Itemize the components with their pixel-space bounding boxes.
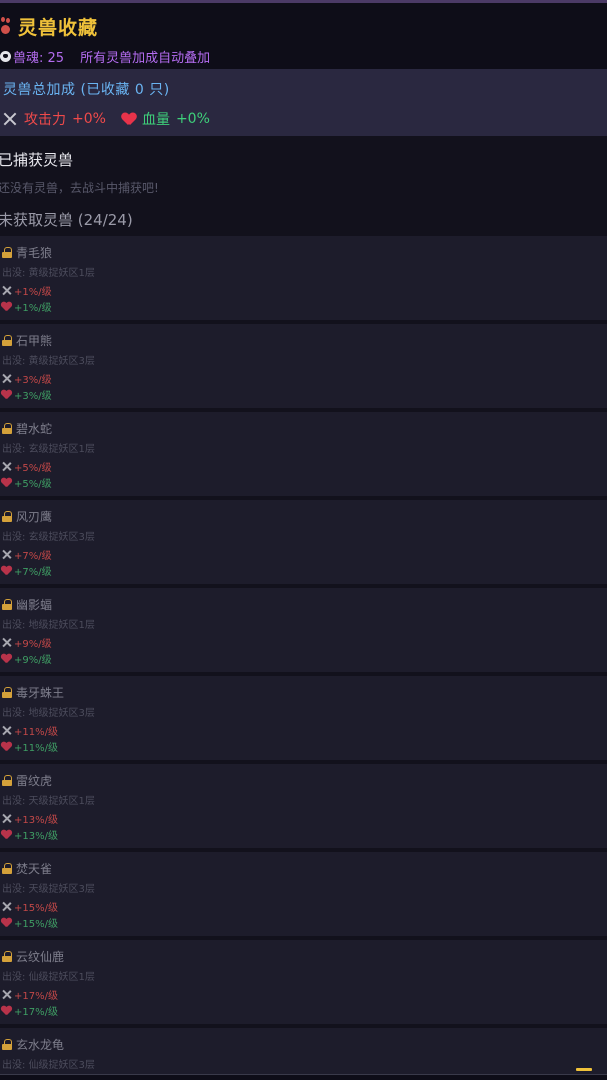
beast-name: 青毛狼 xyxy=(16,246,53,260)
beast-name: 雷纹虎 xyxy=(16,774,53,788)
page-title-row: 灵兽收藏 xyxy=(0,12,98,40)
bottom-bar xyxy=(0,1074,607,1080)
beast-hp-bonus: +7%/级 xyxy=(14,567,52,578)
lock-icon xyxy=(2,863,12,874)
lock-icon xyxy=(2,1039,12,1050)
heart-icon xyxy=(1,830,11,839)
beast-location: 出没: 玄级捉妖区1层 xyxy=(2,444,95,455)
heart-icon xyxy=(1,390,11,399)
beast-card[interactable]: 幽影蝠 出没: 地级捉妖区1层 +9%/级 +9%/级 xyxy=(0,588,607,672)
header: 灵兽收藏 兽魂: 25 所有灵兽加成自动叠加 xyxy=(0,3,607,69)
heart-icon xyxy=(1,1006,11,1015)
total-bonus-panel: 灵兽总加成 (已收藏 0 只) 攻击力 +0% 血量 +0% xyxy=(0,69,607,136)
beast-name: 玄水龙龟 xyxy=(16,1038,65,1052)
lock-icon xyxy=(2,423,12,434)
caught-section-title: 已捕获灵兽 xyxy=(0,151,74,169)
beast-attack-bonus: +17%/级 xyxy=(14,991,58,1002)
sword-icon xyxy=(1,813,12,824)
sword-icon xyxy=(1,549,12,560)
beast-card[interactable]: 云纹仙鹿 出没: 仙级捉妖区1层 +17%/级 +17%/级 xyxy=(0,940,607,1024)
beast-hp-bonus: +3%/级 xyxy=(14,391,52,402)
lock-icon xyxy=(2,599,12,610)
beast-hp-bonus: +5%/级 xyxy=(14,479,52,490)
beast-hp-bonus: +1%/级 xyxy=(14,303,52,314)
lock-icon xyxy=(2,335,12,346)
uncaught-section-title: 未获取灵兽 (24/24) xyxy=(0,211,133,229)
beast-name: 云纹仙鹿 xyxy=(16,950,65,964)
beast-attack-bonus: +1%/级 xyxy=(14,287,52,298)
beast-name: 风刃鹰 xyxy=(16,510,53,524)
heart-icon xyxy=(1,654,11,663)
beast-location: 出没: 仙级捉妖区3层 xyxy=(2,1060,95,1071)
sword-icon xyxy=(1,373,12,384)
beast-hp-bonus: +11%/级 xyxy=(14,743,58,754)
beast-card[interactable]: 雷纹虎 出没: 天级捉妖区1层 +13%/级 +13%/级 xyxy=(0,764,607,848)
beast-location: 出没: 地级捉妖区3层 xyxy=(2,708,95,719)
beast-card[interactable]: 碧水蛇 出没: 玄级捉妖区1层 +5%/级 +5%/级 xyxy=(0,412,607,496)
beast-hp-bonus: +9%/级 xyxy=(14,655,52,666)
beast-attack-bonus: +9%/级 xyxy=(14,639,52,650)
sword-icon xyxy=(1,285,12,296)
beast-hp-bonus: +15%/级 xyxy=(14,919,58,930)
beast-card[interactable]: 风刃鹰 出没: 玄级捉妖区3层 +7%/级 +7%/级 xyxy=(0,500,607,584)
beast-location: 出没: 天级捉妖区3层 xyxy=(2,884,95,895)
auto-stack-note: 所有灵兽加成自动叠加 xyxy=(80,51,211,66)
lock-icon xyxy=(2,687,12,698)
attack-label: 攻击力 xyxy=(24,112,66,128)
beast-location: 出没: 仙级捉妖区1层 xyxy=(2,972,95,983)
hp-value: +0% xyxy=(175,111,210,127)
beast-location: 出没: 黄级捉妖区3层 xyxy=(2,356,95,367)
total-bonus-title: 灵兽总加成 (已收藏 0 只) xyxy=(3,82,170,98)
beast-attack-bonus: +5%/级 xyxy=(14,463,52,474)
lock-icon xyxy=(2,951,12,962)
uncaught-list[interactable]: 青毛狼 出没: 黄级捉妖区1层 +1%/级 +1%/级 石甲熊 出没: 黄级捉妖… xyxy=(0,236,607,1080)
sword-icon xyxy=(1,461,12,472)
soul-count: 兽魂: 25 xyxy=(13,51,65,66)
beast-hp-bonus: +13%/级 xyxy=(14,831,58,842)
beast-hp-bonus: +17%/级 xyxy=(14,1007,58,1018)
beast-name: 碧水蛇 xyxy=(16,422,53,436)
lock-icon xyxy=(2,775,12,786)
attack-value: +0% xyxy=(72,111,106,127)
sword-icon xyxy=(1,901,12,912)
beast-card[interactable]: 玄水龙龟 出没: 仙级捉妖区3层 xyxy=(0,1028,607,1080)
beast-location: 出没: 地级捉妖区1层 xyxy=(2,620,95,631)
lock-icon xyxy=(2,511,12,522)
beast-location: 出没: 玄级捉妖区3层 xyxy=(2,532,95,543)
beast-card[interactable]: 毒牙蛛王 出没: 地级捉妖区3层 +11%/级 +11%/级 xyxy=(0,676,607,760)
soul-icon xyxy=(0,51,11,62)
beast-card[interactable]: 石甲熊 出没: 黄级捉妖区3层 +3%/级 +3%/级 xyxy=(0,324,607,408)
heart-icon xyxy=(1,302,11,311)
beast-name: 焚天雀 xyxy=(16,862,53,876)
beast-attack-bonus: +11%/级 xyxy=(14,727,58,738)
heart-icon xyxy=(1,478,11,487)
sword-icon xyxy=(1,637,12,648)
beast-card[interactable]: 焚天雀 出没: 天级捉妖区3层 +15%/级 +15%/级 xyxy=(0,852,607,936)
paw-icon xyxy=(0,16,12,36)
heart-icon xyxy=(1,742,11,751)
heart-icon xyxy=(1,566,11,575)
beast-attack-bonus: +7%/级 xyxy=(14,551,52,562)
lock-icon xyxy=(2,247,12,258)
heart-icon xyxy=(1,918,11,927)
beast-location: 出没: 黄级捉妖区1层 xyxy=(2,268,95,279)
heart-icon xyxy=(122,113,136,126)
scroll-indicator xyxy=(576,1068,592,1071)
soul-info: 兽魂: 25 所有灵兽加成自动叠加 xyxy=(0,47,210,66)
beast-attack-bonus: +13%/级 xyxy=(14,815,58,826)
beast-attack-bonus: +15%/级 xyxy=(14,903,58,914)
caught-empty-text: 还没有灵兽，去战斗中捕获吧! xyxy=(0,181,159,195)
sword-icon xyxy=(2,111,18,127)
hp-label: 血量 xyxy=(141,112,170,128)
beast-card[interactable]: 青毛狼 出没: 黄级捉妖区1层 +1%/级 +1%/级 xyxy=(0,236,607,320)
beast-attack-bonus: +3%/级 xyxy=(14,375,52,386)
beast-location: 出没: 天级捉妖区1层 xyxy=(2,796,95,807)
page-title: 灵兽收藏 xyxy=(18,16,99,39)
sword-icon xyxy=(1,989,12,1000)
beast-name: 幽影蝠 xyxy=(16,598,53,612)
total-bonus-stats: 攻击力 +0% 血量 +0% xyxy=(2,109,210,129)
sword-icon xyxy=(1,725,12,736)
beast-name: 石甲熊 xyxy=(16,334,53,348)
beast-name: 毒牙蛛王 xyxy=(16,686,65,700)
